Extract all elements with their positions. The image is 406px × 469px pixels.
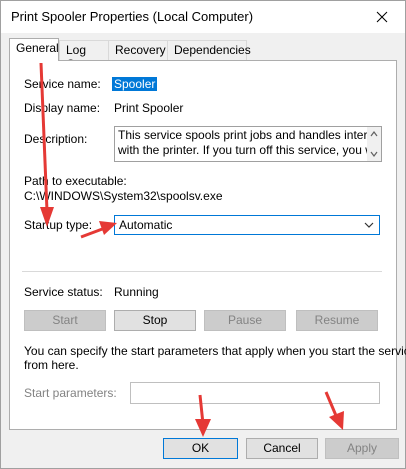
apply-button[interactable]: Apply [325, 438, 399, 459]
start-button[interactable]: Start [24, 310, 106, 331]
properties-dialog: Print Spooler Properties (Local Computer… [0, 0, 406, 469]
startup-type-label: Startup type: [24, 218, 93, 232]
ok-button[interactable]: OK [163, 438, 238, 459]
description-line-2: with the printer. If you turn off this s… [118, 143, 382, 157]
startup-type-select[interactable]: Automatic [114, 215, 380, 235]
service-name-value[interactable]: Spooler [112, 77, 158, 91]
close-icon [376, 11, 388, 23]
scroll-down-icon [370, 151, 378, 157]
display-name-value[interactable]: Print Spooler [114, 101, 183, 115]
service-name-label: Service name: [24, 77, 101, 91]
start-parameters-input[interactable] [130, 382, 380, 404]
startup-type-value: Automatic [119, 218, 173, 232]
title-bar: Print Spooler Properties (Local Computer… [1, 1, 405, 33]
description-box[interactable]: This service spools print jobs and handl… [114, 126, 382, 162]
scroll-up-icon [370, 131, 378, 137]
display-name-label: Display name: [24, 101, 101, 115]
description-scrollbar[interactable] [367, 127, 381, 161]
tab-general[interactable]: General [9, 38, 59, 61]
start-parameters-label: Start parameters: [24, 386, 117, 400]
hint-line-2: from here. [24, 358, 79, 372]
path-value: C:\WINDOWS\System32\spoolsv.exe [24, 189, 223, 203]
stop-button[interactable]: Stop [114, 310, 196, 331]
tab-dependencies[interactable]: Dependencies [167, 40, 251, 60]
service-status-value: Running [114, 285, 159, 299]
description-label: Description: [24, 132, 88, 146]
service-status-label: Service status: [24, 285, 103, 299]
general-panel: Service name: Spooler Display name: Prin… [9, 60, 406, 430]
tab-recovery[interactable]: Recovery [108, 40, 168, 60]
hint-line-1: You can specify the start parameters tha… [24, 344, 406, 358]
section-divider [22, 271, 382, 272]
path-label: Path to executable: [24, 174, 127, 188]
tab-log-on[interactable]: Log On [59, 40, 109, 71]
close-button[interactable] [359, 1, 405, 33]
cancel-button[interactable]: Cancel [246, 438, 318, 459]
resume-button[interactable]: Resume [296, 310, 378, 331]
chevron-down-icon [364, 222, 374, 228]
pause-button[interactable]: Pause [204, 310, 286, 331]
window-title: Print Spooler Properties (Local Computer… [11, 9, 254, 24]
description-line-1: This service spools print jobs and handl… [118, 128, 382, 142]
